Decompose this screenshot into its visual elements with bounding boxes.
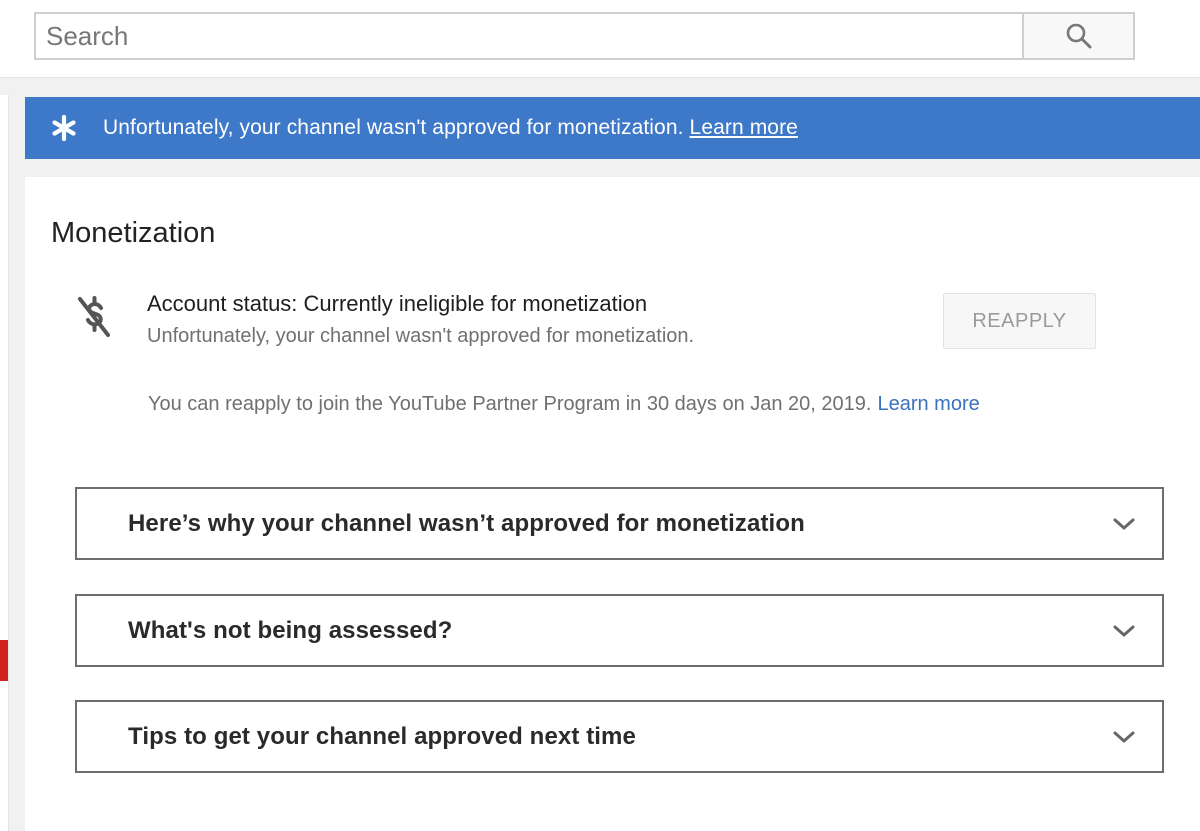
asterisk-icon: [25, 97, 103, 159]
account-status-subtitle: Unfortunately, your channel wasn't appro…: [147, 325, 695, 347]
banner-message: Unfortunately, your channel wasn't appro…: [103, 116, 684, 139]
search-input[interactable]: [34, 12, 1024, 60]
monetization-card: Monetization Account status: Currently i…: [25, 177, 1200, 831]
account-status-title: Account status: Currently ineligible for…: [147, 291, 648, 316]
reapply-learn-more-link[interactable]: Learn more: [877, 393, 979, 415]
accordion-label: Here’s why your channel wasn’t approved …: [128, 509, 805, 537]
search-icon: [1066, 23, 1091, 49]
chevron-down-icon: [1113, 625, 1135, 636]
accordion-why-not-approved[interactable]: Here’s why your channel wasn’t approved …: [75, 487, 1164, 560]
accordion-tips[interactable]: Tips to get your channel approved next t…: [75, 700, 1164, 773]
accordion-label: What's not being assessed?: [128, 616, 453, 644]
reapply-note-text: You can reapply to join the YouTube Part…: [148, 393, 872, 415]
no-money-icon: [75, 295, 115, 341]
chevron-down-icon: [1113, 518, 1135, 529]
reapply-note: You can reapply to join the YouTube Part…: [148, 393, 980, 416]
page-title: Monetization: [51, 217, 216, 249]
accordion-label: Tips to get your channel approved next t…: [128, 722, 636, 750]
sidebar-active-marker: [0, 640, 8, 681]
banner-message-row: Unfortunately, your channel wasn't appro…: [103, 116, 798, 140]
banner-learn-more-link[interactable]: Learn more: [690, 116, 798, 139]
notice-banner: Unfortunately, your channel wasn't appro…: [25, 97, 1200, 159]
accordion-not-assessed[interactable]: What's not being assessed?: [75, 594, 1164, 667]
chevron-down-icon: [1113, 731, 1135, 742]
top-bar: [0, 0, 1200, 78]
reapply-button[interactable]: REAPPLY: [943, 293, 1096, 349]
sidebar-edge: [0, 95, 9, 831]
search-button[interactable]: [1022, 12, 1135, 60]
